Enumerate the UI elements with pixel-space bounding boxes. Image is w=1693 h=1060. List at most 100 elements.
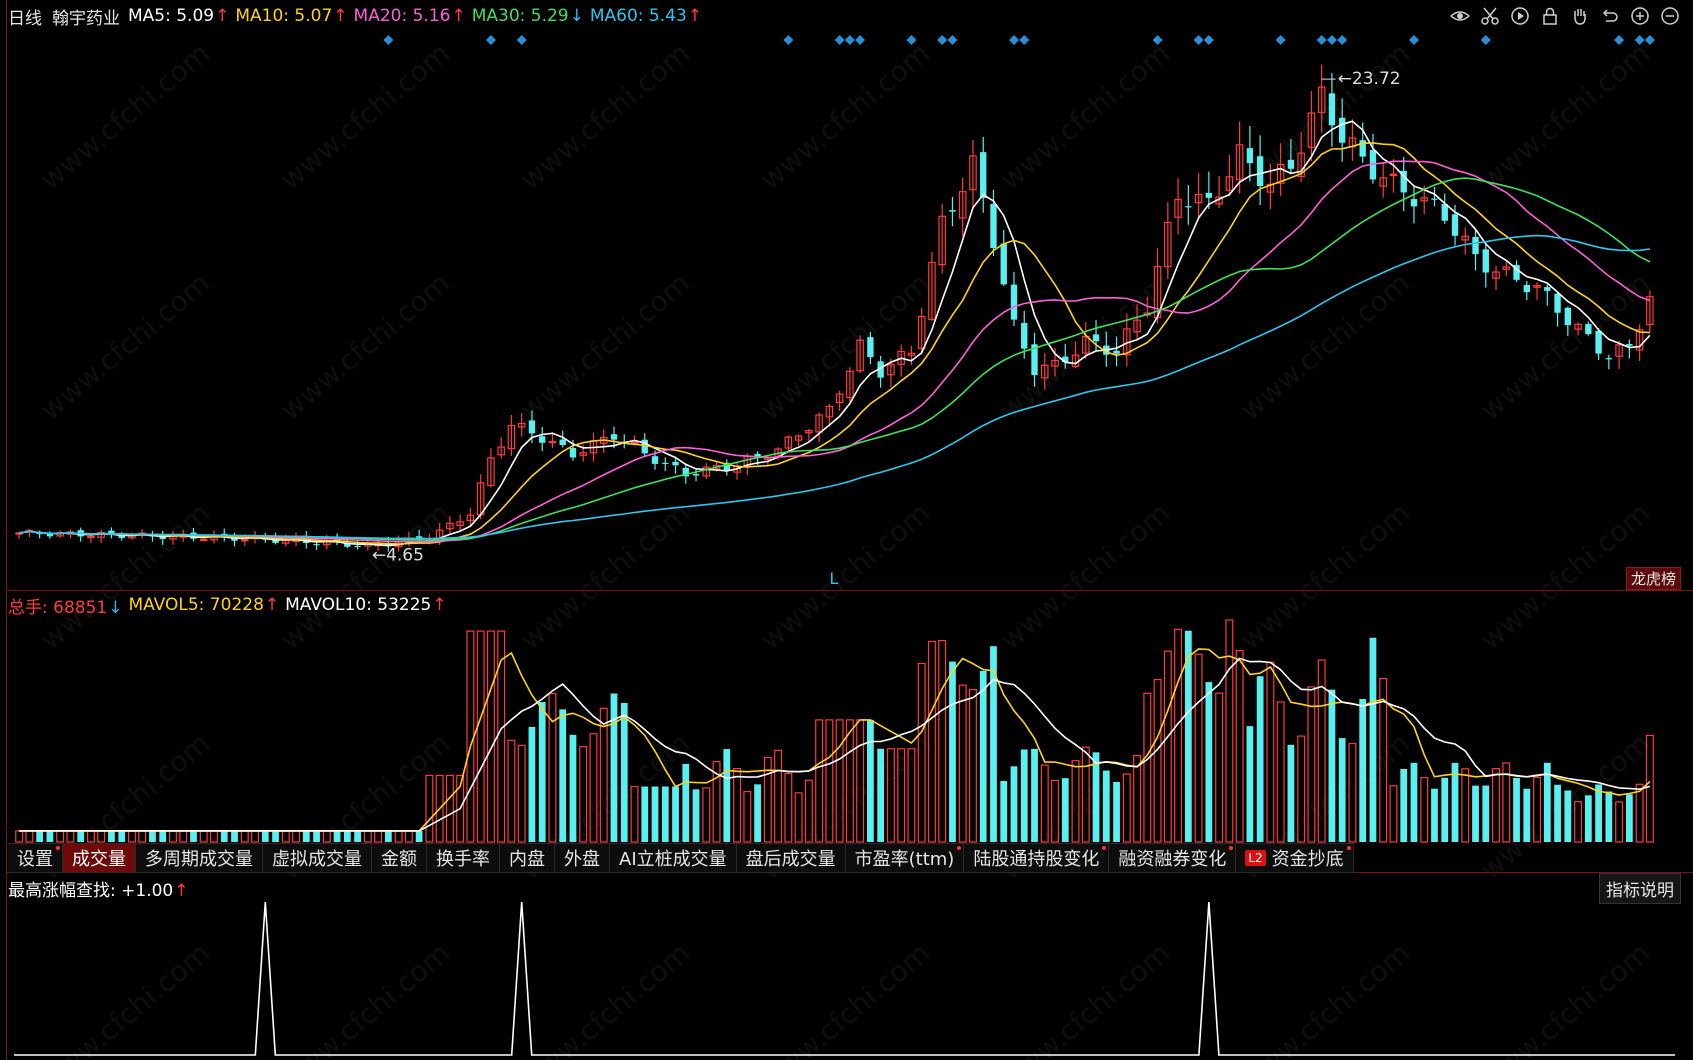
tab-11[interactable]: 陆股通持股变化: [964, 844, 1110, 872]
volume-bar: [672, 786, 679, 842]
arrow-up-icon: ↑: [174, 880, 189, 901]
volume-bar: [1523, 788, 1531, 842]
candle-body: [1595, 330, 1602, 354]
candle-body: [539, 436, 546, 443]
indicator-help-button[interactable]: 指标说明: [1599, 873, 1681, 904]
volume-bar: [363, 830, 372, 843]
candle-body: [1246, 148, 1254, 164]
candle-body: [354, 545, 361, 548]
signal-diamond-icon: [1203, 35, 1214, 45]
tab-13[interactable]: L2 资金抄底: [1236, 844, 1354, 872]
volume-bar: [886, 748, 895, 843]
volume-bar: [354, 830, 361, 842]
volume-bar: [620, 702, 628, 842]
kline-chart[interactable]: ←23.72 ←4.65 L: [0, 0, 1693, 1060]
volume-bar: [1369, 637, 1377, 842]
volume-bar: [867, 719, 874, 842]
volume-bar: [579, 745, 588, 843]
tab-4[interactable]: 金额: [372, 844, 427, 872]
signal-diamond-icon: [1152, 35, 1163, 45]
tab-label: 多周期成交量: [145, 849, 253, 870]
ma60-line: [18, 234, 1651, 540]
volume-bar: [272, 830, 279, 842]
candle-body: [1441, 204, 1448, 221]
tab-0[interactable]: 设置: [8, 844, 63, 872]
volume-bar: [220, 830, 228, 842]
red-dot-icon: [56, 846, 60, 850]
rank-list-button[interactable]: 龙虎榜: [1625, 567, 1681, 590]
signal-diamond-icon: [1326, 35, 1337, 45]
tab-8[interactable]: AI立桩成交量: [610, 844, 737, 872]
volume-bar: [1431, 788, 1438, 842]
tab-2[interactable]: 多周期成交量: [136, 844, 263, 872]
tab-7[interactable]: 外盘: [555, 844, 610, 872]
volume-bar: [733, 768, 742, 843]
signal-diamond-icon: [783, 35, 794, 45]
volume-bar: [723, 749, 731, 842]
signal-diamond-icon: [855, 35, 866, 45]
volume-bar: [1338, 738, 1346, 842]
volume-bar: [784, 772, 793, 843]
low-price-label: ←4.65: [372, 545, 424, 565]
volume-bar: [281, 830, 290, 843]
volume-bar: [56, 830, 65, 843]
tab-label: 盘后成交量: [745, 849, 836, 870]
volume-bar: [179, 830, 188, 843]
signal-diamond-icon: [1316, 35, 1327, 45]
candle-body: [867, 337, 874, 358]
volume-bar: [374, 830, 383, 843]
volume-bar: [1492, 767, 1501, 843]
volume-bar: [1645, 734, 1654, 843]
tab-1[interactable]: 成交量: [63, 844, 136, 872]
volume-bar: [569, 734, 577, 842]
red-dot-icon: [1102, 846, 1107, 850]
volume-bar: [66, 830, 75, 843]
volume-bar: [425, 774, 434, 843]
tab-label: 设置: [17, 849, 53, 870]
tab-9[interactable]: 盘后成交量: [737, 844, 846, 872]
candle-body: [1000, 243, 1007, 285]
volume-bar: [384, 830, 392, 842]
volume-bar: [949, 661, 956, 842]
candle-body: [1605, 358, 1613, 360]
volume-bar: [1574, 801, 1583, 843]
signal-diamond-icon: [844, 35, 855, 45]
volume-bar: [630, 785, 639, 843]
volume-bar: [1061, 778, 1069, 842]
tab-label: 虚拟成交量: [272, 849, 362, 870]
signal-diamond-icon: [1614, 35, 1625, 45]
volume-bar: [877, 748, 885, 842]
volume-bar: [774, 749, 783, 843]
tab-10[interactable]: 市盈率(ttm): [846, 844, 965, 872]
red-dot-icon: [1346, 846, 1351, 850]
volume-bar: [835, 719, 844, 843]
tab-5[interactable]: 换手率: [427, 844, 500, 872]
tab-label: 外盘: [564, 849, 600, 870]
volume-bar: [1163, 650, 1172, 843]
volume-bar: [815, 719, 824, 843]
volume-bar: [1482, 785, 1490, 842]
candle-body: [1564, 307, 1572, 326]
tab-12[interactable]: 融资融券变化: [1109, 844, 1237, 872]
volume-bar: [476, 630, 485, 843]
volume-bar: [1605, 791, 1613, 842]
volume-bar: [1143, 692, 1152, 843]
candle-body: [1431, 198, 1438, 200]
high-price-label: ←23.72: [1338, 69, 1401, 89]
l-marker: L: [829, 569, 838, 588]
volume-bar: [240, 830, 249, 843]
candle-body: [1554, 293, 1561, 313]
candle-body: [610, 434, 618, 440]
volume-bar: [1554, 784, 1561, 842]
volume-bar: [1420, 776, 1429, 843]
tab-6[interactable]: 内盘: [500, 844, 555, 872]
volume-bar: [343, 830, 351, 842]
signal-diamond-icon: [937, 35, 948, 45]
tab-label: 金额: [381, 849, 417, 870]
volume-bar: [251, 830, 260, 843]
tab-3[interactable]: 虚拟成交量: [263, 844, 372, 872]
candle-body: [990, 204, 997, 248]
arrow-up-icon: ↑: [432, 595, 447, 615]
volume-bar: [25, 830, 34, 843]
volume-bar: [404, 830, 413, 843]
